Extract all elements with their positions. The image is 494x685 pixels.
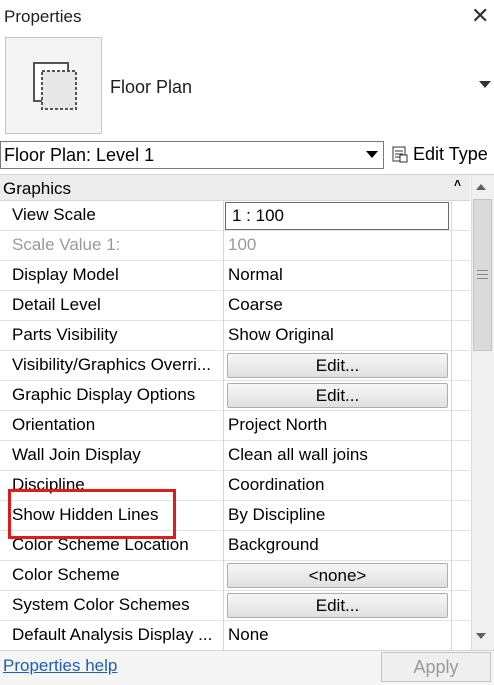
property-value[interactable]: None: [228, 625, 269, 645]
column-divider: [223, 591, 224, 621]
column-divider: [451, 201, 452, 231]
column-divider: [451, 531, 452, 561]
property-name: Display Model: [12, 265, 119, 284]
property-name: Graphic Display Options: [12, 385, 196, 404]
column-divider: [451, 351, 452, 381]
property-edit-button[interactable]: <none>: [227, 563, 448, 588]
palette-title: Properties: [4, 7, 82, 26]
column-divider: [451, 501, 452, 531]
property-row[interactable]: Detail Level Coarse: [0, 291, 470, 321]
property-row[interactable]: Default Analysis Display ... None: [0, 621, 470, 651]
dropdown-arrow-icon[interactable]: [366, 151, 378, 158]
column-divider: [223, 531, 224, 561]
property-name: Detail Level: [12, 295, 101, 314]
grip-line: [477, 278, 488, 279]
column-divider: [223, 501, 224, 531]
scrollbar-thumb[interactable]: [473, 199, 492, 351]
scroll-up-icon[interactable]: [476, 184, 486, 190]
property-value[interactable]: Project North: [228, 415, 327, 435]
property-row[interactable]: Wall Join Display Clean all wall joins: [0, 441, 470, 471]
property-row[interactable]: View Scale 1 : 100: [0, 201, 470, 231]
property-edit-button[interactable]: Edit...: [227, 383, 448, 408]
property-value[interactable]: Coordination: [228, 475, 324, 495]
column-divider: [451, 441, 452, 471]
property-name: Parts Visibility: [12, 325, 118, 344]
chevron-down-icon[interactable]: [479, 81, 491, 88]
group-label: Graphics: [3, 179, 72, 198]
column-divider: [451, 471, 452, 501]
property-row[interactable]: Display Model Normal: [0, 261, 470, 291]
column-divider: [451, 411, 452, 441]
property-row[interactable]: System Color Schemes Edit...: [0, 591, 470, 621]
instance-filter-value: Floor Plan: Level 1: [4, 145, 155, 165]
property-value-input[interactable]: 1 : 100: [225, 202, 449, 230]
grip-line: [477, 270, 488, 271]
floor-plan-icon: [5, 37, 102, 134]
property-name: System Color Schemes: [12, 595, 190, 614]
column-divider: [223, 291, 224, 321]
type-name: Floor Plan: [110, 77, 193, 97]
column-divider: [223, 411, 224, 441]
column-divider: [223, 261, 224, 291]
edit-type-icon[interactable]: [392, 146, 408, 163]
property-row[interactable]: Scale Value 1: 100: [0, 231, 470, 261]
apply-button[interactable]: Apply: [381, 652, 491, 682]
column-divider: [223, 471, 224, 501]
column-divider: [451, 231, 452, 261]
column-divider: [451, 321, 452, 351]
property-edit-button[interactable]: Edit...: [227, 593, 448, 618]
column-divider: [223, 561, 224, 591]
highlight-annotation: [8, 489, 176, 539]
collapse-icon[interactable]: ˄: [454, 176, 461, 190]
property-value[interactable]: Normal: [228, 265, 283, 285]
column-divider: [223, 201, 224, 231]
property-row[interactable]: Graphic Display Options Edit...: [0, 381, 470, 411]
property-value[interactable]: Coarse: [228, 295, 283, 315]
column-divider: [451, 381, 452, 411]
grip-line: [477, 274, 488, 275]
scroll-down-icon[interactable]: [476, 633, 486, 639]
column-divider: [223, 381, 224, 411]
property-value: 100: [228, 235, 257, 254]
property-name: Default Analysis Display ...: [12, 625, 213, 644]
property-name: Color Scheme: [12, 565, 120, 584]
property-row[interactable]: Visibility/Graphics Overri... Edit...: [0, 351, 470, 381]
column-divider: [451, 261, 452, 291]
column-divider: [451, 291, 452, 321]
property-value[interactable]: By Discipline: [228, 505, 325, 525]
column-divider: [451, 591, 452, 621]
properties-help-link[interactable]: Properties help: [3, 656, 117, 676]
column-divider: [223, 621, 224, 651]
column-divider: [223, 441, 224, 471]
column-divider: [223, 321, 224, 351]
property-row[interactable]: Orientation Project North: [0, 411, 470, 441]
property-name: Scale Value 1:: [12, 235, 121, 254]
column-divider: [223, 351, 224, 381]
property-row[interactable]: Parts Visibility Show Original: [0, 321, 470, 351]
property-name: View Scale: [12, 205, 96, 224]
column-divider: [223, 231, 224, 261]
column-divider: [451, 621, 452, 651]
edit-type-button[interactable]: Edit Type: [413, 144, 488, 165]
property-name: Visibility/Graphics Overri...: [12, 355, 212, 374]
property-value[interactable]: Clean all wall joins: [228, 445, 368, 465]
property-value[interactable]: Show Original: [228, 325, 334, 345]
property-value[interactable]: Background: [228, 535, 319, 555]
close-icon[interactable]: ✕: [471, 4, 489, 28]
column-divider: [451, 561, 452, 591]
property-value: 1 : 100: [232, 206, 284, 225]
property-edit-button[interactable]: Edit...: [227, 353, 448, 378]
property-name: Wall Join Display: [12, 445, 141, 464]
property-name: Orientation: [12, 415, 96, 434]
property-row[interactable]: Color Scheme <none>: [0, 561, 470, 591]
